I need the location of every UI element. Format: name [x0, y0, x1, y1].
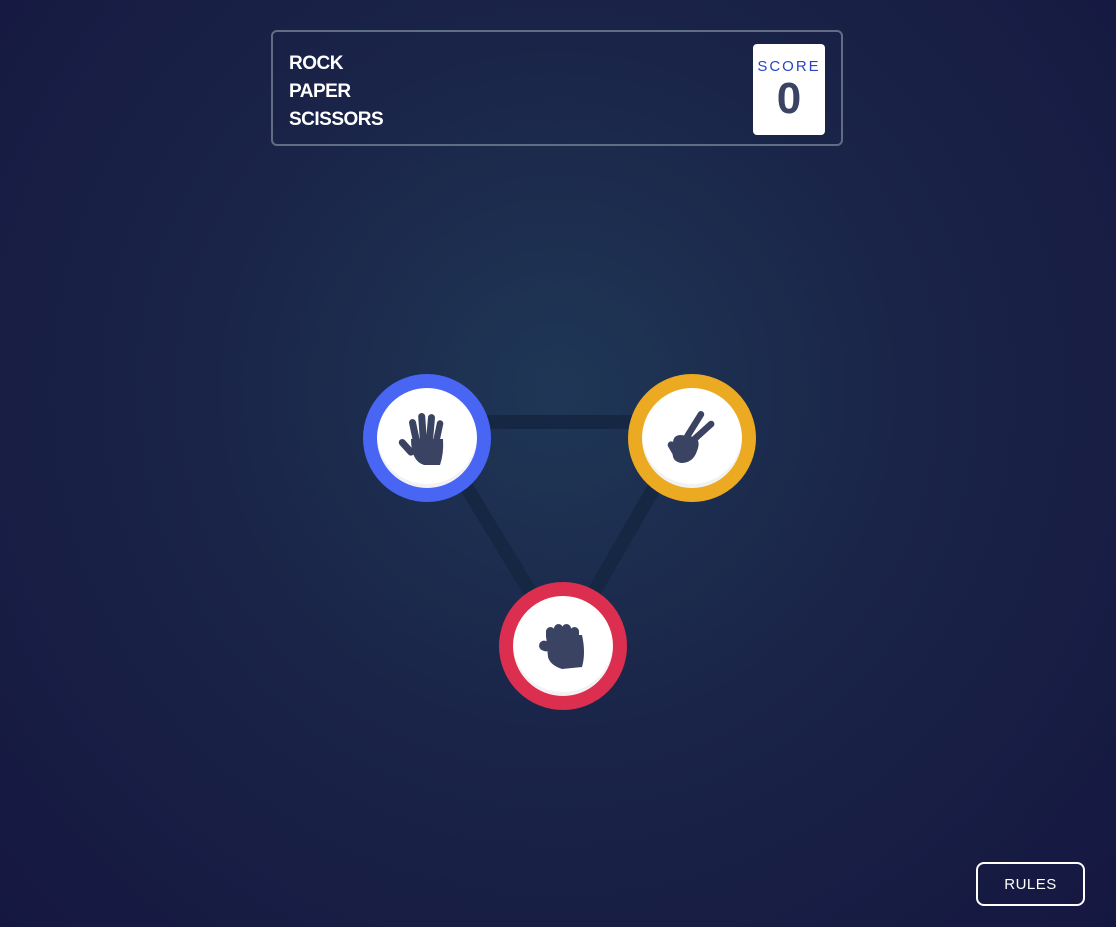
rules-button[interactable]: RULES [976, 862, 1085, 906]
paper-choice-button[interactable] [363, 374, 491, 502]
paper-hand-icon [398, 412, 444, 465]
game-board [0, 0, 1116, 927]
triangle-connector [420, 415, 699, 653]
scissors-hand-icon [667, 411, 715, 463]
rock-fist-icon [539, 624, 584, 669]
rock-choice-button[interactable] [499, 582, 627, 710]
scissors-choice-button[interactable] [628, 374, 756, 502]
